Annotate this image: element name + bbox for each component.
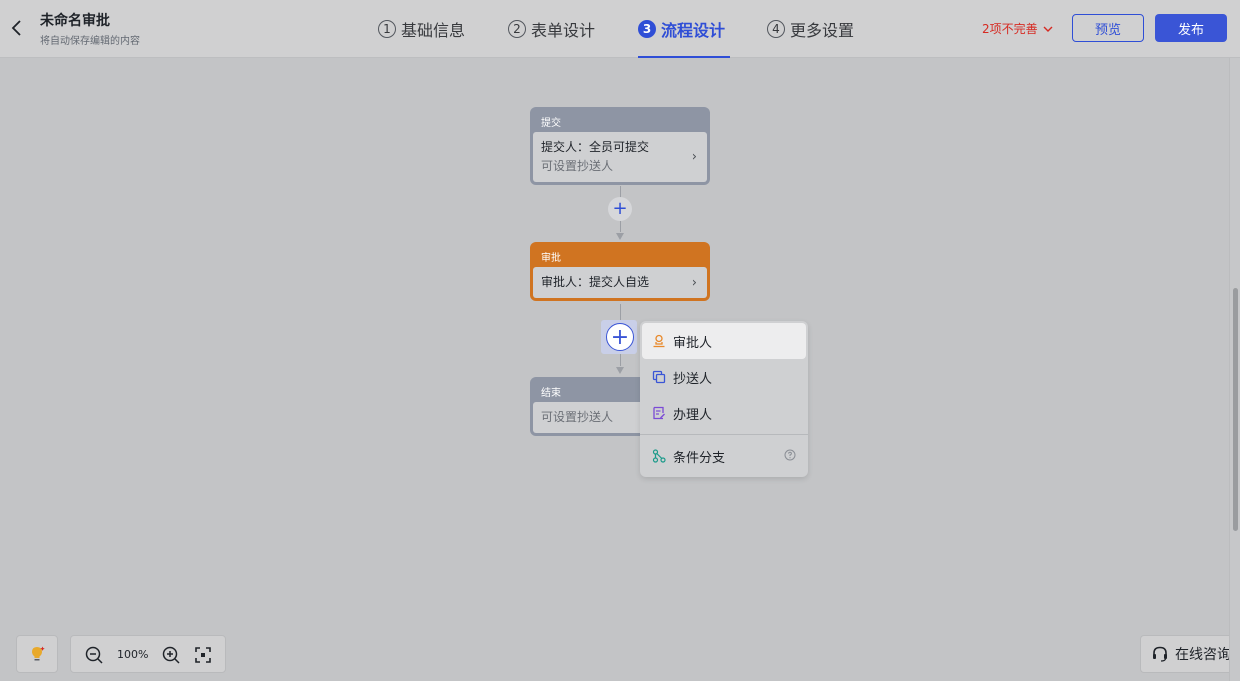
menu-label: 抄送人 xyxy=(673,371,713,387)
preview-button[interactable]: 预览 xyxy=(1072,14,1144,42)
connector-line xyxy=(620,354,621,366)
zoom-level: 100% xyxy=(117,648,149,661)
step-number: 3 xyxy=(638,20,656,38)
scrollbar-thumb[interactable] xyxy=(1233,288,1238,531)
menu-label: 审批人 xyxy=(673,335,713,351)
zoom-controls: 100% xyxy=(70,635,226,673)
back-arrow-icon[interactable] xyxy=(10,18,24,38)
arrow-down-icon xyxy=(616,367,624,374)
step-label: 流程设计 xyxy=(661,21,726,40)
cc-hint-text: 可设置抄送人 xyxy=(541,159,614,173)
handler-icon xyxy=(653,406,665,420)
chevron-right-icon: › xyxy=(691,275,697,290)
add-node-button[interactable]: + xyxy=(608,197,632,221)
consult-label: 在线咨询 xyxy=(1175,647,1231,663)
submit-node[interactable]: 提交 提交人：全员可提交 可设置抄送人 › xyxy=(530,107,710,185)
approver-icon xyxy=(653,334,665,348)
menu-divider xyxy=(640,434,808,435)
incomplete-warning[interactable]: 2项不完善 xyxy=(982,20,1053,37)
menu-label: 条件分支 xyxy=(673,450,726,466)
chevron-down-icon xyxy=(1043,26,1053,32)
fit-screen-icon[interactable] xyxy=(193,645,213,665)
menu-item-handler[interactable]: 办理人 xyxy=(642,395,806,431)
page-title: 未命名审批 xyxy=(40,13,110,29)
cc-icon xyxy=(652,370,666,384)
add-node-menu: 审批人 抄送人 办理人 条件分支 xyxy=(640,321,808,477)
approver-text: 审批人：提交人自选 xyxy=(541,275,650,289)
add-node-button-active[interactable]: + xyxy=(606,323,634,351)
branch-icon xyxy=(652,449,666,463)
lightbulb-icon xyxy=(32,646,45,661)
tab-basic-info[interactable]: 1 基础信息 xyxy=(378,17,465,41)
warning-text: 2项不完善 xyxy=(982,22,1038,36)
node-body: 审批人：提交人自选 › xyxy=(533,267,707,298)
step-label: 表单设计 xyxy=(531,21,596,40)
menu-item-approver[interactable]: 审批人 xyxy=(642,323,806,359)
node-body: 提交人：全员可提交 可设置抄送人 › xyxy=(533,132,707,182)
menu-label: 办理人 xyxy=(673,407,713,423)
help-circle-icon[interactable] xyxy=(784,449,796,461)
menu-item-cc[interactable]: 抄送人 xyxy=(642,359,806,395)
step-label: 更多设置 xyxy=(790,21,855,40)
tab-more-settings[interactable]: 4 更多设置 xyxy=(767,17,854,41)
menu-item-condition-branch[interactable]: 条件分支 xyxy=(642,438,806,474)
tips-button[interactable] xyxy=(16,635,58,673)
chevron-right-icon: › xyxy=(691,149,697,165)
step-label: 基础信息 xyxy=(401,21,466,40)
autosave-hint: 将自动保存编辑的内容 xyxy=(40,36,140,47)
publish-button[interactable]: 发布 xyxy=(1155,14,1227,42)
node-header: 提交 xyxy=(541,117,561,129)
submitter-text: 提交人：全员可提交 xyxy=(541,140,650,154)
step-number: 4 xyxy=(767,20,785,38)
zoom-out-icon[interactable] xyxy=(84,645,104,665)
step-number: 2 xyxy=(508,20,526,38)
arrow-down-icon xyxy=(616,233,624,240)
step-number: 1 xyxy=(378,20,396,38)
headset-icon xyxy=(1153,646,1167,662)
top-header: 未命名审批 将自动保存编辑的内容 1 基础信息 2 表单设计 3 流程设计 4 … xyxy=(0,0,1240,58)
connector-line xyxy=(620,220,621,232)
active-tab-underline xyxy=(638,56,730,58)
zoom-in-icon[interactable] xyxy=(161,645,181,665)
tab-form-design[interactable]: 2 表单设计 xyxy=(508,17,595,41)
online-consult-button[interactable]: 在线咨询 xyxy=(1140,635,1240,673)
tab-flow-design[interactable]: 3 流程设计 xyxy=(638,17,725,41)
approve-node[interactable]: 审批 审批人：提交人自选 › xyxy=(530,242,710,301)
connector-line xyxy=(620,304,621,320)
node-header: 审批 xyxy=(541,252,561,264)
